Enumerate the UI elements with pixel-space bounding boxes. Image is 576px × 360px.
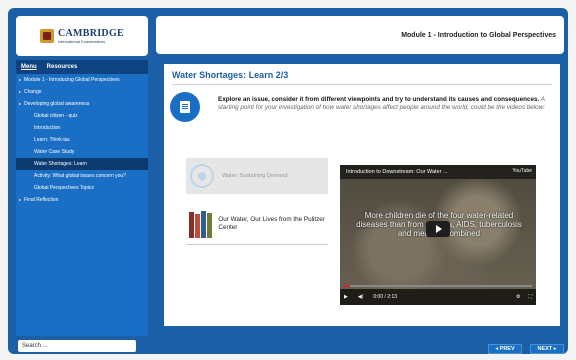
video-progress-fill: [344, 285, 350, 287]
sidebar-item-label: Developing global awareness: [24, 101, 90, 107]
link-card-water-sustaining[interactable]: Water: Sustaining Demand: [186, 158, 328, 194]
sidebar-item[interactable]: Global citizen - quiz: [16, 110, 148, 122]
sidebar-item-label: Final Reflection: [24, 197, 59, 203]
play-button[interactable]: [426, 221, 450, 237]
sidebar-item-label: Global Perspectives Topics: [34, 185, 94, 191]
sidebar-item[interactable]: ▸ Change: [16, 86, 148, 98]
sidebar-item[interactable]: ▸ Final Reflection: [16, 194, 148, 206]
video-player[interactable]: Introduction to Downstream: Our Water ..…: [340, 165, 536, 305]
logo-subtitle: International Examinations: [57, 38, 106, 44]
module-title: Module 1 - Introduction to Global Perspe…: [401, 31, 556, 39]
chevron-right-icon: ▸: [19, 101, 22, 106]
module-header: Module 1 - Introduction to Global Perspe…: [156, 16, 564, 54]
sidebar-item[interactable]: ▸ Developing global awareness: [16, 98, 148, 110]
sidebar-item-label: Module 1 - Introducing Global Perspectiv…: [24, 77, 120, 83]
page-title: Water Shortages: Learn 2/3: [172, 70, 289, 80]
settings-icon[interactable]: ⚙: [516, 294, 520, 300]
crest-icon: [39, 29, 54, 43]
play-control-icon[interactable]: ▶: [344, 294, 348, 300]
menu-bar: Menu Resources: [16, 60, 148, 74]
video-title-bar: Introduction to Downstream: Our Water ..…: [340, 165, 536, 179]
sidebar-item-label: Change: [24, 89, 42, 95]
youtube-logo: YouTube: [512, 168, 532, 174]
video-controls: ▶ ◀) 0:00 / 2:13 ⚙ ⛶: [340, 289, 536, 305]
cambridge-logo: CAMBRIDGE International Examinations: [16, 16, 148, 56]
chevron-right-icon: ▸: [19, 77, 22, 82]
sidebar-item[interactable]: ▸ Module 1 - Introducing Global Perspecti…: [16, 74, 148, 86]
card-label: Our Water, Our Lives from the Pulitzer C…: [218, 216, 325, 231]
logo-name: CAMBRIDGE: [57, 27, 125, 39]
document-icon: [170, 92, 200, 122]
video-time: 0:00 / 2:13: [373, 294, 398, 300]
tab-resources[interactable]: Resources: [42, 64, 83, 70]
sidebar-item-label: Water Shortages: Learn: [34, 161, 87, 167]
card-label: Water: Sustaining Demand: [222, 172, 288, 179]
link-card-our-water[interactable]: Our Water, Our Lives from the Pulitzer C…: [186, 206, 328, 242]
water-drop-icon: [190, 164, 214, 188]
prev-button[interactable]: ◂ PREV: [488, 344, 522, 354]
fullscreen-icon[interactable]: ⛶: [528, 294, 532, 300]
sidebar-item-label: Activity: What global issues concern you…: [34, 173, 126, 179]
title-divider: [172, 84, 552, 85]
intro-text: Explore an issue, consider it from diffe…: [218, 96, 552, 112]
sidebar-item-label: Introduction: [34, 125, 61, 131]
intro-bold: Explore an issue, consider it from diffe…: [218, 96, 540, 103]
sidebar-item-label: Water Case Study: [34, 149, 75, 155]
sidebar-item[interactable]: Activity: What global issues concern you…: [16, 170, 148, 182]
chevron-right-icon: ▸: [19, 197, 22, 202]
video-title: Introduction to Downstream: Our Water ..…: [346, 169, 448, 175]
sidebar-item[interactable]: Global Perspectives Topics: [16, 182, 148, 194]
search-input[interactable]: Search ...: [18, 340, 136, 352]
sidebar-item[interactable]: Introduction: [16, 122, 148, 134]
volume-icon[interactable]: ◀): [358, 294, 364, 300]
chevron-right-icon: ▸: [19, 89, 22, 94]
sidebar-item-label: Learn: Think-tac: [34, 137, 71, 143]
sidebar-item[interactable]: Learn: Think-tac: [16, 134, 148, 146]
video-progress-bar[interactable]: [344, 285, 532, 287]
next-button[interactable]: NEXT ▸: [530, 344, 564, 354]
sidebar-item[interactable]: Water Case Study: [16, 146, 148, 158]
sidebar-item-label: Global citizen - quiz: [34, 113, 78, 119]
books-icon: [188, 210, 212, 238]
card-divider: [186, 244, 328, 245]
sidebar-item[interactable]: Water Shortages: Learn: [16, 158, 148, 170]
tab-menu[interactable]: Menu: [16, 64, 42, 70]
sidebar-nav: ▸ Module 1 - Introducing Global Perspecti…: [16, 74, 148, 336]
